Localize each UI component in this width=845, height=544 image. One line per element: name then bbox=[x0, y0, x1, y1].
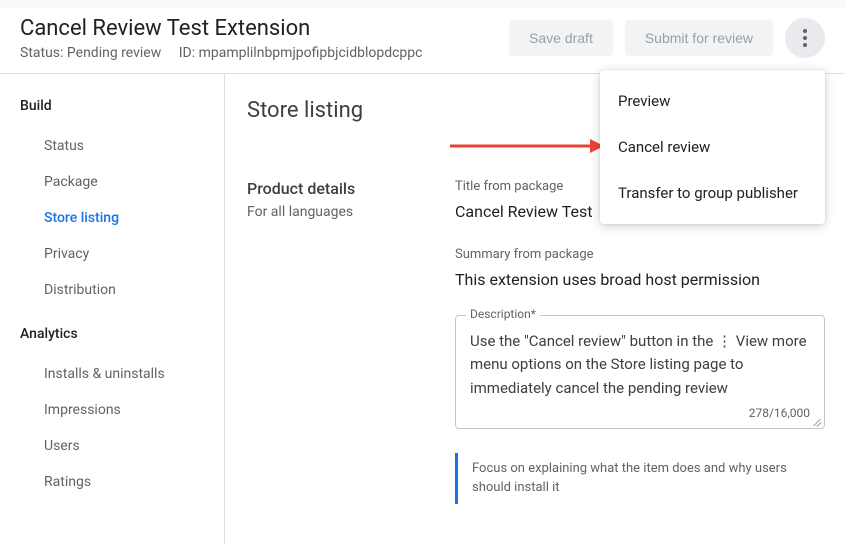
id-value: mpamplilnbpmjpofipbjcidblopdcppc bbox=[199, 45, 423, 61]
summary-from-package-value: This extension uses broad host permissio… bbox=[455, 270, 825, 289]
sidebar-item-status[interactable]: Status bbox=[20, 128, 224, 164]
sidebar-item-ratings[interactable]: Ratings bbox=[20, 464, 224, 500]
description-counter: 278/16,000 bbox=[470, 406, 810, 420]
annotation-arrow-icon bbox=[450, 136, 604, 156]
menu-item-cancel-review[interactable]: Cancel review bbox=[600, 124, 825, 170]
page-title: Cancel Review Test Extension bbox=[20, 16, 509, 41]
sidebar-item-impressions[interactable]: Impressions bbox=[20, 392, 224, 428]
sidebar-item-package[interactable]: Package bbox=[20, 164, 224, 200]
status-label: Status: bbox=[20, 45, 63, 61]
menu-item-transfer[interactable]: Transfer to group publisher bbox=[600, 170, 825, 216]
save-draft-button[interactable]: Save draft bbox=[509, 20, 613, 56]
id-label: ID: bbox=[179, 45, 195, 61]
description-field[interactable]: Description* Use the "Cancel review" but… bbox=[455, 315, 825, 429]
sidebar-item-installs[interactable]: Installs & uninstalls bbox=[20, 356, 224, 392]
sidebar-section-analytics: Analytics bbox=[20, 326, 224, 342]
product-details-label: Product details bbox=[247, 179, 455, 198]
header: Cancel Review Test Extension Status: Pen… bbox=[0, 8, 845, 74]
header-meta: Status: Pending review ID: mpamplilnbpmj… bbox=[20, 45, 509, 61]
description-legend: Description* bbox=[466, 307, 540, 321]
submit-for-review-button[interactable]: Submit for review bbox=[625, 20, 773, 56]
description-hint: Focus on explaining what the item does a… bbox=[455, 453, 825, 504]
sidebar-item-store-listing[interactable]: Store listing bbox=[20, 200, 224, 236]
resize-handle-icon[interactable] bbox=[812, 416, 822, 426]
sidebar-section-build: Build bbox=[20, 98, 224, 114]
menu-item-preview[interactable]: Preview bbox=[600, 78, 825, 124]
sidebar-item-distribution[interactable]: Distribution bbox=[20, 272, 224, 308]
more-vertical-icon bbox=[803, 29, 807, 47]
for-all-languages: For all languages bbox=[247, 204, 455, 220]
sidebar-item-users[interactable]: Users bbox=[20, 428, 224, 464]
sidebar: Build Status Package Store listing Priva… bbox=[0, 74, 225, 544]
summary-from-package-label: Summary from package bbox=[455, 247, 825, 262]
more-options-button[interactable] bbox=[785, 18, 825, 58]
more-options-menu: Preview Cancel review Transfer to group … bbox=[600, 70, 825, 224]
description-text: Use the "Cancel review" button in the ⋮ … bbox=[470, 330, 810, 400]
status-value: Pending review bbox=[67, 45, 161, 61]
sidebar-item-privacy[interactable]: Privacy bbox=[20, 236, 224, 272]
